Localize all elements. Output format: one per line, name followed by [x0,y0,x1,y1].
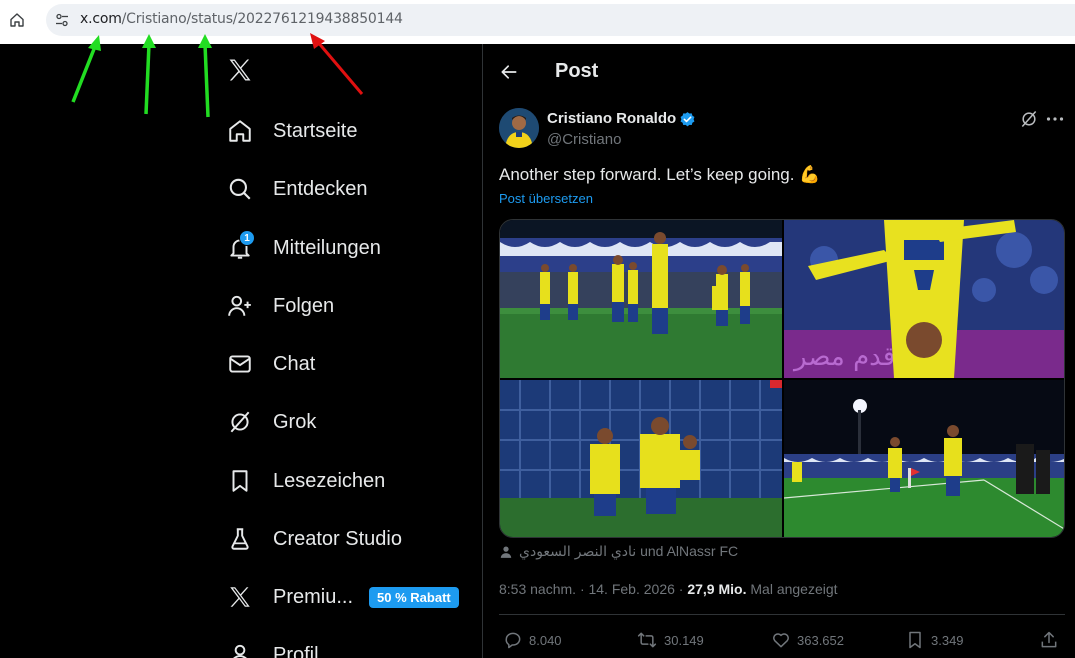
bookmark-icon [909,631,921,649]
grok-icon [220,407,260,437]
home-icon [220,116,260,146]
repost-button[interactable]: 30.149 [636,630,704,650]
bell-icon: 1 [220,230,260,263]
green-arrow-1 [71,35,101,103]
sidebar-item-creator-studio[interactable]: Creator Studio [220,516,402,562]
sidebar-item-label: Mitteilungen [273,236,381,259]
views-label: Mal angezeigt [746,581,838,597]
grok-icon[interactable] [1019,109,1039,129]
tagged-accounts[interactable]: نادي النصر السعودي und AlNassr FC [499,543,738,560]
post-actions: 8.040 30.149 363.652 3.349 [499,630,1065,654]
x-logo-icon[interactable] [226,56,256,86]
avatar[interactable] [499,108,539,148]
sidebar-item-label: Grok [273,410,317,433]
flask-icon [220,524,260,554]
sidebar-item-follow[interactable]: Folgen [220,283,334,329]
media-photo-4[interactable] [784,380,1064,537]
browser-toolbar: x.com/Cristiano/status/20227612194388501… [0,0,1075,44]
sidebar-item-bookmarks[interactable]: Lesezeichen [220,458,385,504]
media-photo-1[interactable] [500,220,782,378]
bookmark-button[interactable]: 3.349 [905,630,964,650]
media-grid: عندنا قدم مصر [499,219,1065,538]
like-button[interactable]: 363.652 [771,630,844,650]
back-arrow-icon[interactable] [497,60,521,84]
sidebar-item-label: Creator Studio [273,527,402,550]
post-text: Another step forward. Let’s keep going. … [499,165,821,184]
url-path: /Cristiano/status/2022761219438850144 [121,11,403,27]
url-text[interactable]: x.com/Cristiano/status/20227612194388501… [80,11,403,27]
sidebar-item-label: Chat [273,352,316,375]
person-icon [500,545,512,558]
sidebar-item-home[interactable]: Startseite [220,108,357,154]
sidebar-item-label: Premiu... [273,585,354,608]
green-arrow-3 [198,34,212,118]
heart-icon [773,633,789,648]
author-name[interactable]: Cristiano Ronaldo [547,110,676,127]
sidebar-item-label: Entdecken [273,177,368,200]
profile-icon [220,640,260,658]
green-arrow-2 [142,34,156,115]
verified-badge-icon [679,111,696,128]
sidebar-item-label: Startseite [273,119,358,142]
page-title: Post [555,60,599,82]
bookmark-count: 3.349 [931,632,964,648]
bookmark-icon [220,466,260,496]
site-settings-icon[interactable] [52,10,72,30]
person-add-icon [220,291,260,321]
post-meta: 8:53 nachm. · 14. Feb. 2026 · 27,9 Mio. … [499,581,838,597]
sidebar-item-profile[interactable]: Profil [220,632,319,658]
sidebar-item-chat[interactable]: Chat [220,341,315,387]
sidebar-item-grok[interactable]: Grok [220,399,316,445]
address-bar[interactable]: x.com/Cristiano/status/20227612194388501… [46,4,1075,36]
author-handle[interactable]: @Cristiano [547,131,621,148]
meta-divider [499,614,1065,615]
sidebar-item-label: Folgen [273,294,335,317]
reply-button[interactable]: 8.040 [503,630,562,650]
x-premium-icon [220,582,260,612]
share-icon [1041,631,1057,648]
view-count: 27,9 Mio. [687,581,747,597]
url-host: x.com [80,11,122,27]
translate-link[interactable]: Post übersetzen [499,191,593,206]
reply-count: 8.040 [529,632,562,648]
sidebar-item-explore[interactable]: Entdecken [220,166,368,212]
sidebar-item-label: Profil [273,643,319,658]
post-detail: Post Cristiano Ronaldo @Cristiano Anothe… [483,44,1075,658]
repost-count: 30.149 [664,632,704,648]
discount-badge[interactable]: 50 % Rabatt [369,586,459,608]
mail-icon [220,349,260,379]
media-photo-3[interactable] [500,380,782,537]
tagged-text: نادي النصر السعودي und AlNassr FC [519,543,739,559]
search-icon [220,174,260,204]
more-icon[interactable] [1045,109,1065,129]
sidebar-item-notifications[interactable]: 1 Mitteilungen [220,225,381,271]
share-button[interactable] [1039,630,1065,650]
reply-icon [505,632,521,649]
repost-icon [637,632,657,648]
sidebar-nav: Startseite Entdecken 1 Mitteilungen Folg… [220,44,482,658]
sidebar-item-premium[interactable]: Premiu... 50 % Rabatt [220,574,459,620]
notification-badge: 1 [239,230,255,246]
like-count: 363.652 [797,632,844,648]
media-photo-2[interactable]: عندنا قدم مصر [784,220,1064,378]
sidebar-item-label: Lesezeichen [273,469,386,492]
post-timestamp[interactable]: 8:53 nachm. · 14. Feb. 2026 · [499,581,687,597]
browser-home-icon[interactable] [8,9,26,31]
